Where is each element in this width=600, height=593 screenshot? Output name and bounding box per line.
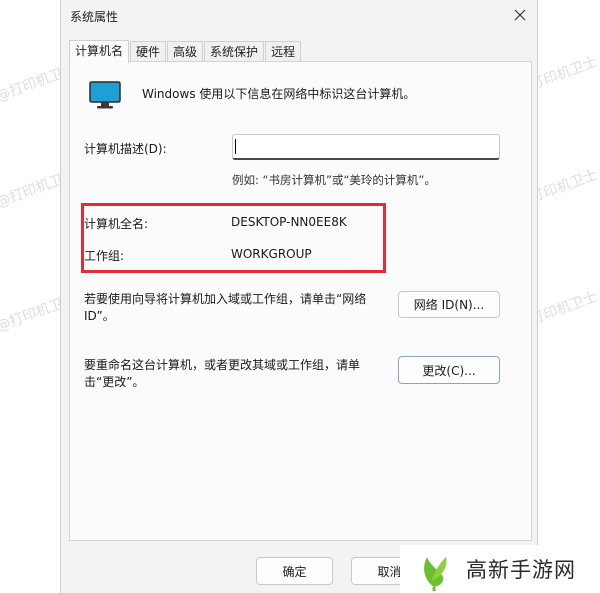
close-icon [514,9,526,21]
computer-name-panel: Windows 使用以下信息在网络中标识这台计算机。 计算机描述(D): 例如:… [69,61,532,541]
tab-remote[interactable]: 远程 [265,41,302,62]
system-properties-window: 系统属性 计算机名 硬件 高级 系统保护 远程 Windows 使用以下信息在网… [60,0,538,593]
intro-text: Windows 使用以下信息在网络中标识这台计算机。 [142,87,416,101]
window-title: 系统属性 [70,10,119,24]
close-button[interactable] [503,0,537,30]
text-caret [235,139,236,154]
network-id-description: 若要使用向导将计算机加入域或工作组，请单击“网络 ID”。 [84,292,367,323]
title-bar[interactable]: 系统属性 [61,0,537,32]
change-button[interactable]: 更改(C)... [398,356,500,384]
full-name-value: DESKTOP-NN0EE8K [231,215,347,229]
tab-hardware[interactable]: 硬件 [130,41,167,62]
tab-system-protection[interactable]: 系统保护 [204,41,265,62]
example-text: 例如: “书房计算机”或“美玲的计算机”。 [232,173,436,187]
workgroup-value: WORKGROUP [231,247,312,261]
brand-name: 高新手游网 [466,558,576,582]
network-id-button[interactable]: 网络 ID(N)... [398,291,500,318]
description-label: 计算机描述(D): [84,142,167,156]
monitor-icon [89,81,121,109]
description-input[interactable] [232,134,500,160]
leaf-logo-icon [412,547,456,591]
full-name-label: 计算机全名: [84,217,149,231]
tab-computer-name[interactable]: 计算机名 [69,40,130,63]
rename-description: 要重命名这台计算机，或者更改其域或工作组，请单击“更改”。 [84,358,361,389]
workgroup-label: 工作组: [84,249,125,263]
tab-advanced[interactable]: 高级 [167,41,204,62]
highlight-box [81,203,386,273]
brand-badge: 高新手游网 [400,545,600,593]
ok-button[interactable]: 确定 [256,557,333,585]
tab-bar: 计算机名 硬件 高级 系统保护 远程 [69,40,302,63]
